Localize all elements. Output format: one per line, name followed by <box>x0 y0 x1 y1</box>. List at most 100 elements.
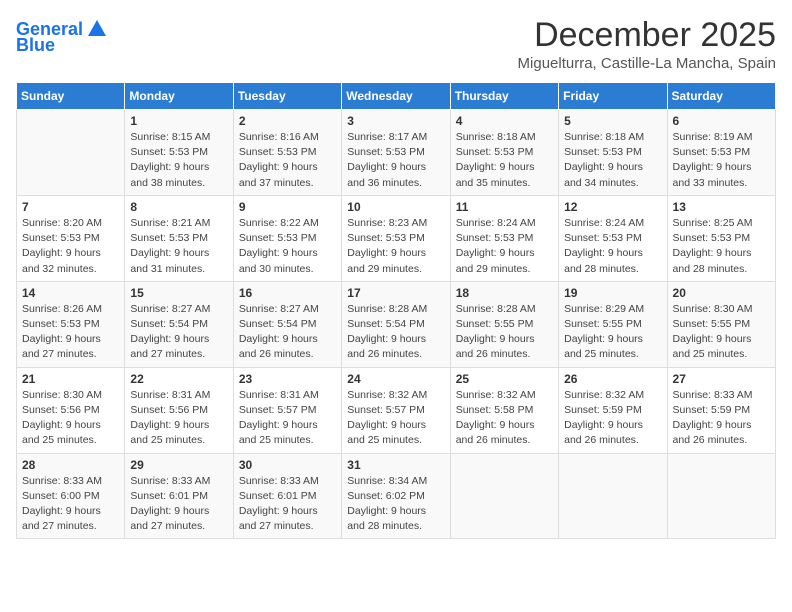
day-number: 23 <box>239 372 336 386</box>
day-info: Sunrise: 8:31 AMSunset: 5:57 PMDaylight:… <box>239 388 336 449</box>
day-number: 1 <box>130 114 227 128</box>
day-info: Sunrise: 8:32 AMSunset: 5:59 PMDaylight:… <box>564 388 661 449</box>
day-info: Sunrise: 8:34 AMSunset: 6:02 PMDaylight:… <box>347 474 444 535</box>
title-block: December 2025 Miguelturra, Castille-La M… <box>518 16 776 72</box>
day-info: Sunrise: 8:18 AMSunset: 5:53 PMDaylight:… <box>456 130 553 191</box>
day-number: 22 <box>130 372 227 386</box>
calendar-cell: 6Sunrise: 8:19 AMSunset: 5:53 PMDaylight… <box>667 110 775 196</box>
day-number: 30 <box>239 458 336 472</box>
calendar-cell: 9Sunrise: 8:22 AMSunset: 5:53 PMDaylight… <box>233 195 341 281</box>
day-info: Sunrise: 8:32 AMSunset: 5:58 PMDaylight:… <box>456 388 553 449</box>
weekday-header-monday: Monday <box>125 83 233 110</box>
location-text: Miguelturra, Castille-La Mancha, Spain <box>518 55 776 72</box>
day-number: 19 <box>564 286 661 300</box>
day-info: Sunrise: 8:16 AMSunset: 5:53 PMDaylight:… <box>239 130 336 191</box>
calendar-cell: 25 Sunrise: 8:32 AMSunset: 5:58 PMDayligh… <box>450 367 558 453</box>
day-number: 9 <box>239 200 336 214</box>
logo-text-blue: Blue <box>16 36 55 56</box>
calendar-cell <box>559 453 667 539</box>
calendar-cell <box>667 453 775 539</box>
day-number: 4 <box>456 114 553 128</box>
calendar-cell: 23 Sunrise: 8:31 AMSunset: 5:57 PMDayligh… <box>233 367 341 453</box>
day-info: Sunrise: 8:27 AMSunset: 5:54 PMDaylight:… <box>239 302 336 363</box>
day-number: 14 <box>22 286 119 300</box>
weekday-header-sunday: Sunday <box>17 83 125 110</box>
calendar-cell: 12Sunrise: 8:24 AMSunset: 5:53 PMDayligh… <box>559 195 667 281</box>
day-info: Sunrise: 8:33 AMSunset: 6:00 PMDaylight:… <box>22 474 119 535</box>
day-number: 24 <box>347 372 444 386</box>
calendar-cell: 14Sunrise: 8:26 AMSunset: 5:53 PMDayligh… <box>17 281 125 367</box>
calendar-cell: 4 Sunrise: 8:18 AMSunset: 5:53 PMDaylight… <box>450 110 558 196</box>
calendar-cell <box>17 110 125 196</box>
calendar-cell: 1Sunrise: 8:15 AMSunset: 5:53 PMDaylight… <box>125 110 233 196</box>
day-info: Sunrise: 8:33 AMSunset: 6:01 PMDaylight:… <box>239 474 336 535</box>
calendar-week-3: 14Sunrise: 8:26 AMSunset: 5:53 PMDayligh… <box>17 281 776 367</box>
weekday-header-thursday: Thursday <box>450 83 558 110</box>
day-info: Sunrise: 8:30 AMSunset: 5:55 PMDaylight:… <box>673 302 770 363</box>
calendar-table: SundayMondayTuesdayWednesdayThursdayFrid… <box>16 82 776 539</box>
day-number: 25 <box>456 372 553 386</box>
calendar-week-4: 21Sunrise: 8:30 AMSunset: 5:56 PMDayligh… <box>17 367 776 453</box>
day-info: Sunrise: 8:28 AMSunset: 5:55 PMDaylight:… <box>456 302 553 363</box>
logo: General Blue <box>16 20 108 56</box>
day-info: Sunrise: 8:20 AMSunset: 5:53 PMDaylight:… <box>22 216 119 277</box>
calendar-header: SundayMondayTuesdayWednesdayThursdayFrid… <box>17 83 776 110</box>
calendar-week-5: 28Sunrise: 8:33 AMSunset: 6:00 PMDayligh… <box>17 453 776 539</box>
calendar-cell: 28Sunrise: 8:33 AMSunset: 6:00 PMDayligh… <box>17 453 125 539</box>
calendar-cell: 3Sunrise: 8:17 AMSunset: 5:53 PMDaylight… <box>342 110 450 196</box>
page-header: General Blue December 2025 Miguelturra, … <box>16 16 776 72</box>
day-info: Sunrise: 8:19 AMSunset: 5:53 PMDaylight:… <box>673 130 770 191</box>
day-info: Sunrise: 8:28 AMSunset: 5:54 PMDaylight:… <box>347 302 444 363</box>
month-title: December 2025 <box>518 16 776 55</box>
day-number: 2 <box>239 114 336 128</box>
day-info: Sunrise: 8:33 AMSunset: 5:59 PMDaylight:… <box>673 388 770 449</box>
day-info: Sunrise: 8:29 AMSunset: 5:55 PMDaylight:… <box>564 302 661 363</box>
calendar-cell: 2 Sunrise: 8:16 AMSunset: 5:53 PMDaylight… <box>233 110 341 196</box>
day-number: 17 <box>347 286 444 300</box>
day-number: 29 <box>130 458 227 472</box>
calendar-cell: 27 Sunrise: 8:33 AMSunset: 5:59 PMDayligh… <box>667 367 775 453</box>
calendar-cell: 15Sunrise: 8:27 AMSunset: 5:54 PMDayligh… <box>125 281 233 367</box>
day-number: 10 <box>347 200 444 214</box>
day-number: 20 <box>673 286 770 300</box>
calendar-body: 1Sunrise: 8:15 AMSunset: 5:53 PMDaylight… <box>17 110 776 539</box>
weekday-row: SundayMondayTuesdayWednesdayThursdayFrid… <box>17 83 776 110</box>
day-info: Sunrise: 8:32 AMSunset: 5:57 PMDaylight:… <box>347 388 444 449</box>
calendar-cell: 18 Sunrise: 8:28 AMSunset: 5:55 PMDayligh… <box>450 281 558 367</box>
day-number: 18 <box>456 286 553 300</box>
calendar-cell: 11 Sunrise: 8:24 AMSunset: 5:53 PMDayligh… <box>450 195 558 281</box>
calendar-cell: 20 Sunrise: 8:30 AMSunset: 5:55 PMDayligh… <box>667 281 775 367</box>
day-number: 7 <box>22 200 119 214</box>
calendar-cell: 29 Sunrise: 8:33 AMSunset: 6:01 PMDayligh… <box>125 453 233 539</box>
day-number: 27 <box>673 372 770 386</box>
day-info: Sunrise: 8:33 AMSunset: 6:01 PMDaylight:… <box>130 474 227 535</box>
day-number: 5 <box>564 114 661 128</box>
calendar-cell <box>450 453 558 539</box>
day-info: Sunrise: 8:18 AMSunset: 5:53 PMDaylight:… <box>564 130 661 191</box>
calendar-cell: 10 Sunrise: 8:23 AMSunset: 5:53 PMDayligh… <box>342 195 450 281</box>
weekday-header-friday: Friday <box>559 83 667 110</box>
weekday-header-wednesday: Wednesday <box>342 83 450 110</box>
weekday-header-saturday: Saturday <box>667 83 775 110</box>
day-info: Sunrise: 8:27 AMSunset: 5:54 PMDaylight:… <box>130 302 227 363</box>
calendar-cell: 22Sunrise: 8:31 AMSunset: 5:56 PMDayligh… <box>125 367 233 453</box>
calendar-cell: 5 Sunrise: 8:18 AMSunset: 5:53 PMDaylight… <box>559 110 667 196</box>
day-info: Sunrise: 8:21 AMSunset: 5:53 PMDaylight:… <box>130 216 227 277</box>
day-number: 11 <box>456 200 553 214</box>
calendar-cell: 7 Sunrise: 8:20 AMSunset: 5:53 PMDaylight… <box>17 195 125 281</box>
day-info: Sunrise: 8:25 AMSunset: 5:53 PMDaylight:… <box>673 216 770 277</box>
calendar-cell: 31Sunrise: 8:34 AMSunset: 6:02 PMDayligh… <box>342 453 450 539</box>
calendar-week-1: 1Sunrise: 8:15 AMSunset: 5:53 PMDaylight… <box>17 110 776 196</box>
calendar-week-2: 7 Sunrise: 8:20 AMSunset: 5:53 PMDaylight… <box>17 195 776 281</box>
calendar-cell: 24 Sunrise: 8:32 AMSunset: 5:57 PMDayligh… <box>342 367 450 453</box>
calendar-cell: 8 Sunrise: 8:21 AMSunset: 5:53 PMDaylight… <box>125 195 233 281</box>
calendar-cell: 30 Sunrise: 8:33 AMSunset: 6:01 PMDayligh… <box>233 453 341 539</box>
day-number: 12 <box>564 200 661 214</box>
weekday-header-tuesday: Tuesday <box>233 83 341 110</box>
day-info: Sunrise: 8:23 AMSunset: 5:53 PMDaylight:… <box>347 216 444 277</box>
day-info: Sunrise: 8:24 AMSunset: 5:53 PMDaylight:… <box>456 216 553 277</box>
day-number: 8 <box>130 200 227 214</box>
day-number: 13 <box>673 200 770 214</box>
logo-icon <box>86 18 108 40</box>
calendar-cell: 26Sunrise: 8:32 AMSunset: 5:59 PMDayligh… <box>559 367 667 453</box>
